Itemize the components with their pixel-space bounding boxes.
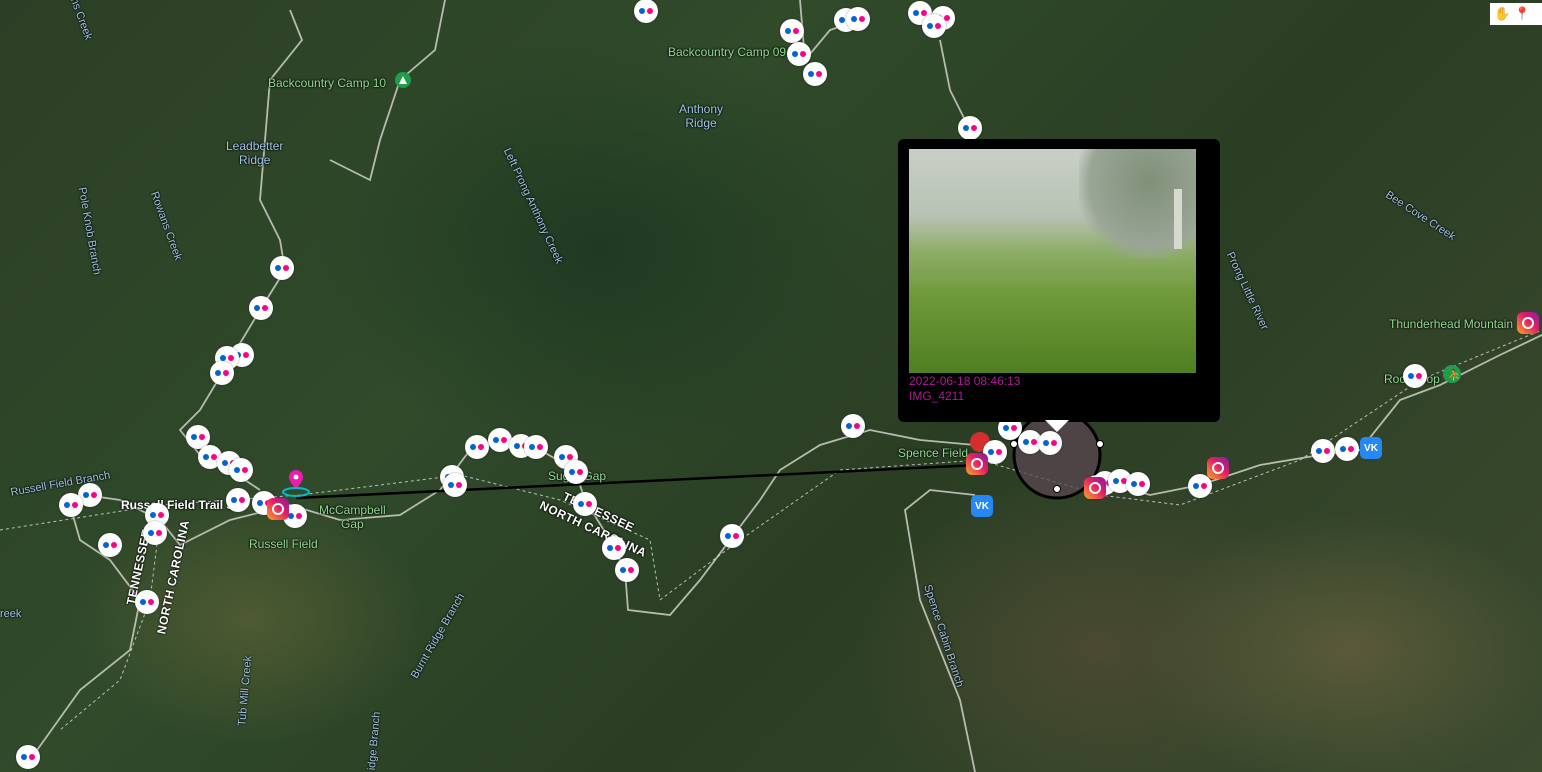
popup-photo[interactable] [909,149,1196,373]
flickr-marker-icon[interactable] [1038,431,1062,455]
flickr-marker-icon[interactable] [229,458,253,482]
instagram-marker-icon[interactable] [966,453,988,475]
instagram-marker-icon[interactable] [267,498,289,520]
marker-icon[interactable]: 📍 [1514,6,1530,22]
campsite-icon [395,72,411,88]
flickr-marker-icon[interactable] [1335,437,1359,461]
label-spence-field: Spence Field [898,446,969,460]
flickr-marker-icon[interactable] [59,493,83,517]
flickr-marker-icon[interactable] [846,7,870,31]
trail [329,0,446,182]
popup-pointer [1045,420,1069,432]
measure-line [295,463,979,500]
flickr-marker-icon[interactable] [615,558,639,582]
map-pin-icon [282,470,310,497]
flickr-marker-icon[interactable] [780,19,804,43]
svg-text:⛹: ⛹ [1448,368,1462,382]
instagram-marker-icon[interactable] [1207,457,1229,479]
label-anthony-ridge: Anthony Ridge [679,102,724,130]
label-mccampbell-gap: McCampbell Gap [319,503,386,531]
flickr-marker-icon[interactable] [16,745,40,769]
circle-handle [1096,440,1104,448]
flickr-marker-icon[interactable] [787,42,811,66]
map-toolbar: ✋ 📍 [1490,3,1542,25]
circle-handle [1053,485,1061,493]
label-russell-field: Russell Field [249,537,318,551]
label-creek-left: reek [0,608,22,620]
label-backcountry-camp-10: Backcountry Camp 10 [268,76,387,90]
instagram-marker-icon[interactable] [1517,312,1539,334]
trail [29,504,141,761]
label-russell-field-trail: Russell Field Trail S [121,498,235,512]
flickr-marker-icon[interactable] [270,256,294,280]
label-backcountry-camp-09: Backcountry Camp 09 [668,45,787,59]
label-leadbetter-ridge: Leadbetter Ridge [226,139,284,167]
vk-marker-icon[interactable]: VK [971,495,993,517]
circle-handle [1010,440,1018,448]
flickr-marker-icon[interactable] [226,488,250,512]
satellite-map[interactable]: ⛹ Backcountry Camp 10 Backcountry Camp 0… [0,0,1542,772]
popup-filename: IMG_4211 [909,389,965,403]
flickr-marker-icon[interactable] [564,460,588,484]
photo-popup[interactable]: 2022-06-18 08:46:13 IMG_4211 [898,139,1220,422]
flickr-marker-icon[interactable] [602,536,626,560]
label-thunderhead-mountain: Thunderhead Mountain [1389,317,1514,331]
trails-layer: ⛹ [0,0,1542,772]
instagram-marker-icon[interactable] [1084,477,1106,499]
flickr-marker-icon[interactable] [143,521,167,545]
flickr-marker-icon[interactable] [443,473,467,497]
flickr-marker-icon[interactable] [1311,439,1335,463]
popup-timestamp: 2022-06-18 08:46:13 [909,374,1021,388]
flickr-marker-icon[interactable] [1403,364,1427,388]
flickr-marker-icon[interactable] [573,492,597,516]
flickr-marker-icon[interactable] [803,62,827,86]
flickr-marker-icon[interactable] [135,590,159,614]
flickr-marker-icon[interactable] [634,0,658,23]
flickr-marker-icon[interactable] [720,524,744,548]
flickr-marker-icon[interactable] [841,414,865,438]
hiker-icon: ⛹ [1443,365,1462,383]
hand-icon[interactable]: ✋ [1494,6,1510,22]
flickr-marker-icon[interactable] [1126,472,1150,496]
vk-marker-icon[interactable]: VK [1360,437,1382,459]
flickr-marker-icon[interactable] [98,533,122,557]
flickr-marker-icon[interactable] [465,435,489,459]
flickr-marker-icon[interactable] [524,435,548,459]
flickr-marker-icon[interactable] [210,361,234,385]
flickr-marker-icon[interactable] [922,14,946,38]
flickr-marker-icon[interactable] [249,296,273,320]
flickr-marker-icon[interactable] [958,116,982,140]
